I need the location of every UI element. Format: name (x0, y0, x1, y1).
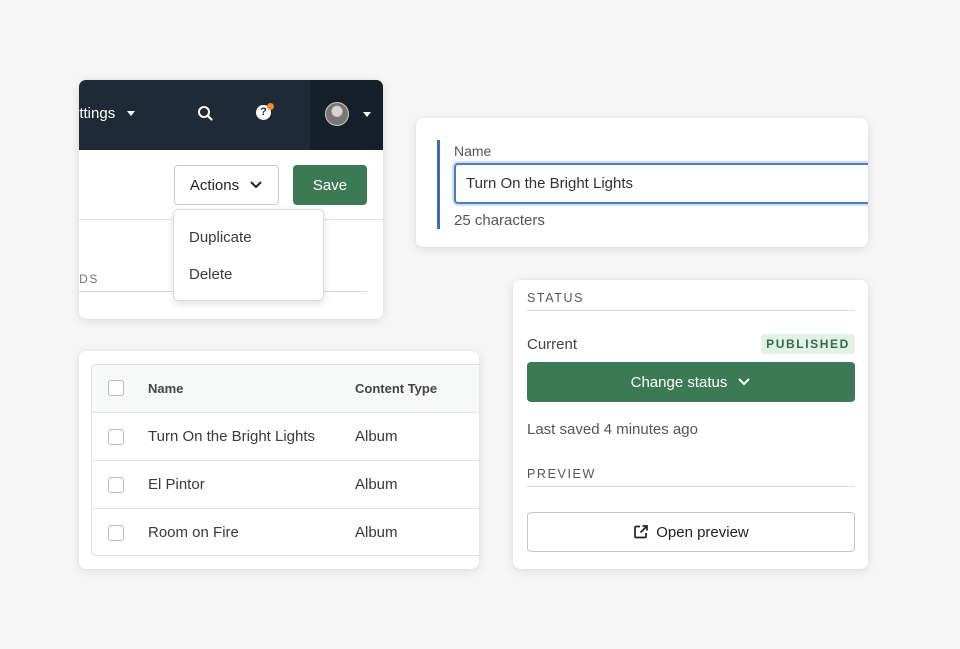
menu-item-duplicate[interactable]: Duplicate (189, 229, 252, 246)
menu-item-delete[interactable]: Delete (189, 266, 232, 283)
caret-down-icon (127, 111, 136, 116)
fields-section-label: LDS (79, 272, 99, 286)
content-table: Name Content Type Turn On the Bright Lig… (91, 364, 479, 556)
table-row[interactable]: Room on Fire Album (92, 508, 479, 555)
row-name[interactable]: Turn On the Bright Lights (148, 428, 315, 445)
status-heading: STATUS (527, 291, 585, 305)
actions-button[interactable]: Actions (174, 165, 279, 205)
table-row[interactable]: Turn On the Bright Lights Album (92, 412, 479, 460)
settings-label: ettings (79, 105, 116, 122)
notification-dot (267, 103, 274, 110)
open-preview-label: Open preview (656, 523, 749, 541)
row-name[interactable]: El Pintor (148, 476, 205, 493)
row-name[interactable]: Room on Fire (148, 524, 239, 541)
last-saved-text: Last saved 4 minutes ago (527, 421, 698, 438)
caret-down-icon (363, 112, 371, 117)
column-header-name[interactable]: Name (148, 381, 183, 396)
row-content-type: Album (355, 428, 398, 445)
change-status-button[interactable]: Change status (527, 362, 855, 402)
top-navigation-bar: ettings ? (79, 80, 383, 150)
chevron-down-icon (250, 181, 262, 189)
row-checkbox[interactable] (108, 477, 124, 493)
row-checkbox[interactable] (108, 525, 124, 541)
settings-menu-button[interactable]: ettings (79, 105, 136, 122)
search-icon (198, 106, 213, 121)
divider (527, 486, 855, 487)
field-accent-bar (437, 140, 440, 229)
preview-heading: PREVIEW (527, 467, 596, 481)
row-checkbox[interactable] (108, 429, 124, 445)
name-field-label: Name (454, 143, 492, 159)
change-status-label: Change status (630, 373, 728, 391)
current-status-label: Current (527, 336, 578, 353)
external-link-icon (634, 525, 649, 539)
row-content-type: Album (355, 524, 398, 541)
help-button[interactable]: ? (254, 103, 276, 125)
open-preview-button[interactable]: Open preview (527, 512, 855, 552)
table-header-row: Name Content Type (92, 365, 479, 412)
actions-label: Actions (189, 176, 240, 194)
table-row[interactable]: El Pintor Album (92, 460, 479, 508)
save-button[interactable]: Save (293, 165, 367, 205)
divider (527, 310, 855, 311)
name-field-card: Name 25 characters (416, 118, 868, 247)
status-card: STATUS Current PUBLISHED Change status L… (513, 280, 868, 569)
user-menu-button[interactable] (310, 80, 383, 150)
name-input[interactable] (454, 163, 868, 204)
select-all-checkbox[interactable] (108, 380, 124, 396)
row-content-type: Album (355, 476, 398, 493)
status-badge: PUBLISHED (761, 334, 855, 354)
column-header-content-type[interactable]: Content Type (355, 381, 437, 396)
content-table-card: Name Content Type Turn On the Bright Lig… (79, 351, 479, 569)
save-label: Save (312, 176, 348, 194)
chevron-down-icon (738, 378, 751, 386)
avatar (325, 102, 349, 126)
search-button[interactable] (195, 103, 217, 125)
actions-dropdown-menu: Duplicate Delete (173, 209, 324, 301)
character-count: 25 characters (454, 212, 545, 229)
